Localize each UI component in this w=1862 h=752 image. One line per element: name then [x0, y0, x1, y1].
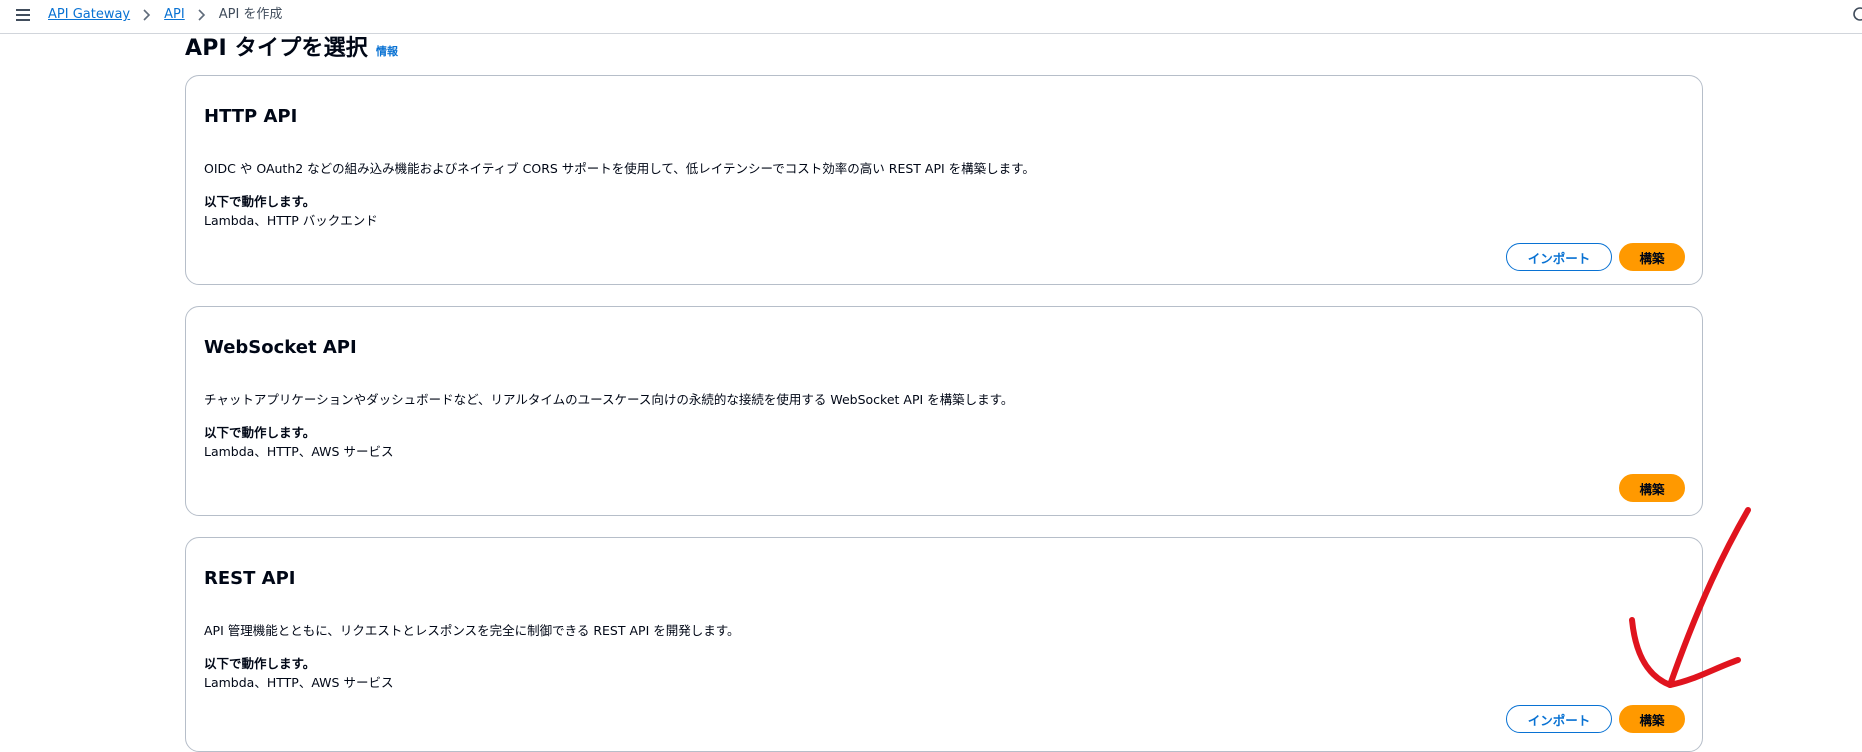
build-button[interactable]: 構築: [1619, 243, 1685, 271]
works-with-label: 以下で動作します。: [204, 425, 316, 440]
works-with-value: Lambda、HTTP バックエンド: [204, 213, 378, 228]
top-navigation-bar: API Gateway API API を作成: [0, 0, 1862, 34]
card-title: REST API: [204, 568, 296, 589]
card-description: API 管理機能とともに、リクエストとレスポンスを完全に制御できる REST A…: [204, 623, 740, 638]
api-type-card-websocket: WebSocket API チャットアプリケーションやダッシュボードなど、リアル…: [185, 306, 1703, 516]
build-button[interactable]: 構築: [1619, 705, 1685, 733]
breadcrumb: API Gateway API API を作成: [48, 5, 282, 25]
section-header: API タイプを選択 情報: [185, 30, 398, 62]
hamburger-menu-icon[interactable]: [14, 6, 32, 24]
chevron-right-icon: [143, 9, 151, 21]
card-description: OIDC や OAuth2 などの組み込み機能およびネイティブ CORS サポー…: [204, 161, 1035, 176]
card-title: HTTP API: [204, 106, 298, 127]
breadcrumb-link-api[interactable]: API: [164, 5, 185, 25]
works-with-value: Lambda、HTTP、AWS サービス: [204, 444, 394, 459]
works-with-label: 以下で動作します。: [204, 656, 316, 671]
card-description: チャットアプリケーションやダッシュボードなど、リアルタイムのユースケース向けの永…: [204, 392, 1014, 407]
info-link[interactable]: 情報: [376, 43, 398, 59]
card-actions: 構築: [1619, 474, 1685, 502]
chevron-right-icon: [198, 9, 205, 21]
api-type-card-rest: REST API API 管理機能とともに、リクエストとレスポンスを完全に制御で…: [185, 537, 1703, 752]
build-button[interactable]: 構築: [1619, 474, 1685, 502]
card-actions: インポート 構築: [1506, 705, 1685, 733]
works-with-value: Lambda、HTTP、AWS サービス: [204, 675, 394, 690]
breadcrumb-current-page: API を作成: [218, 7, 283, 22]
breadcrumb-link-api-gateway[interactable]: API Gateway: [48, 5, 130, 25]
import-button[interactable]: インポート: [1506, 705, 1612, 733]
card-title: WebSocket API: [204, 337, 357, 358]
works-with-label: 以下で動作します。: [204, 194, 316, 209]
import-button[interactable]: インポート: [1506, 243, 1612, 271]
page-title: API タイプを選択: [185, 36, 368, 61]
clock-icon[interactable]: [1852, 6, 1862, 22]
api-type-card-http: HTTP API OIDC や OAuth2 などの組み込み機能およびネイティブ…: [185, 75, 1703, 285]
card-actions: インポート 構築: [1506, 243, 1685, 271]
